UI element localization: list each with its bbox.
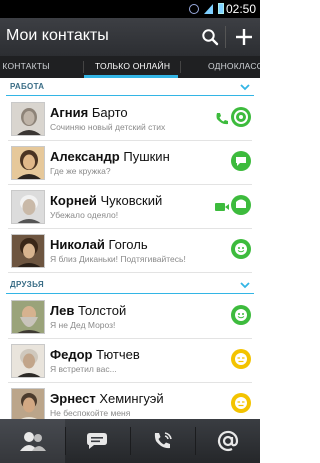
avatar	[11, 146, 45, 180]
contact-row[interactable]: Николай Гоголь Я близ Диканьки! Подтягив…	[0, 229, 260, 273]
contact-row[interactable]: Александр Пушкин Где же кружка?	[0, 141, 260, 185]
tab-odnoklassniki[interactable]: ОДНОКЛАСС	[208, 61, 260, 71]
group-divider	[6, 292, 254, 294]
action-bar-divider	[225, 26, 226, 48]
group-label: ДРУЗЬЯ	[10, 280, 44, 289]
bottom-navigation	[0, 419, 260, 463]
contact-status-text: Сочиняю новый детский стих	[50, 122, 166, 132]
avatar	[11, 300, 45, 334]
email-icon	[217, 430, 238, 452]
contact-name: Агния Барто	[50, 105, 128, 120]
contact-name: Федор Тютчев	[50, 347, 140, 362]
plus-icon	[236, 29, 252, 45]
nav-chats[interactable]	[65, 419, 130, 463]
group-divider	[6, 94, 254, 96]
contact-status-text: Я встретил вас...	[50, 364, 117, 374]
tab-all-contacts[interactable]: Е КОНТАКТЫ	[0, 61, 50, 71]
contact-name: Николай Гоголь	[50, 237, 148, 252]
clock: 02:50	[225, 2, 256, 16]
contact-status-text: Не беспокойте меня	[50, 408, 131, 418]
avatar	[11, 102, 45, 136]
contacts-icon	[19, 432, 46, 451]
group-label: РАБОТА	[10, 82, 45, 91]
contact-name: Александр Пушкин	[50, 149, 170, 164]
tab-online-only[interactable]: ТОЛЬКО ОНЛАЙН	[95, 61, 170, 71]
alarm-icon	[189, 3, 199, 14]
add-contact-button[interactable]	[228, 18, 260, 56]
contact-status-text: Я не Дед Мороз!	[50, 320, 116, 330]
chats-icon	[86, 433, 107, 449]
contact-status-text: Где же кружка?	[50, 166, 111, 176]
happy-status-icon	[231, 305, 251, 325]
avatar	[11, 388, 45, 422]
search-button[interactable]	[194, 18, 226, 56]
contact-row[interactable]: Лев Толстой Я не Дед Мороз!	[0, 295, 260, 339]
search-icon	[202, 29, 219, 46]
contact-name: Корней Чуковский	[50, 193, 163, 208]
contact-name: Эрнест Хемингуэй	[50, 391, 164, 406]
avatar	[11, 190, 45, 224]
group-header-friends[interactable]: ДРУЗЬЯ	[0, 276, 260, 294]
away-status-icon	[231, 393, 251, 413]
contact-name: Лев Толстой	[50, 303, 127, 318]
contact-row[interactable]: Корней Чуковский Убежало одеяло!	[0, 185, 260, 229]
row-divider	[8, 272, 252, 273]
nav-contacts[interactable]	[0, 419, 65, 463]
chevron-down-icon	[240, 282, 250, 289]
avatar	[11, 344, 45, 378]
status-bar: 02:50	[0, 0, 260, 18]
contact-row[interactable]: Агния Барто Сочиняю новый детский стих	[0, 97, 260, 141]
avatar	[11, 234, 45, 268]
battery-icon	[218, 3, 224, 14]
online-status-icon	[231, 195, 251, 215]
contact-status-text: Убежало одеяло!	[50, 210, 119, 220]
group-header-work[interactable]: РАБОТА	[0, 78, 260, 96]
contact-row[interactable]: Федор Тютчев Я встретил вас...	[0, 339, 260, 383]
page-title: Мои контакты	[6, 27, 109, 44]
contact-status-text: Я близ Диканьки! Подтягивайтесь!	[50, 254, 186, 264]
tab-strip: Е КОНТАКТЫ ТОЛЬКО ОНЛАЙН ОДНОКЛАСС	[0, 56, 260, 78]
chevron-down-icon	[240, 84, 250, 91]
video-camera-icon[interactable]	[214, 199, 230, 215]
action-bar: Мои контакты	[0, 18, 260, 56]
away-status-icon	[231, 349, 251, 369]
phone-icon[interactable]	[214, 111, 230, 127]
status-icons	[189, 3, 224, 14]
chat-status-icon	[231, 151, 251, 171]
calls-icon	[154, 432, 172, 449]
tab-divider	[83, 61, 84, 73]
online-status-icon	[231, 107, 251, 127]
signal-icon	[204, 3, 213, 14]
nav-calls[interactable]	[130, 419, 195, 463]
nav-email[interactable]	[195, 419, 260, 463]
tab-divider	[180, 61, 181, 73]
happy-status-icon	[231, 239, 251, 259]
